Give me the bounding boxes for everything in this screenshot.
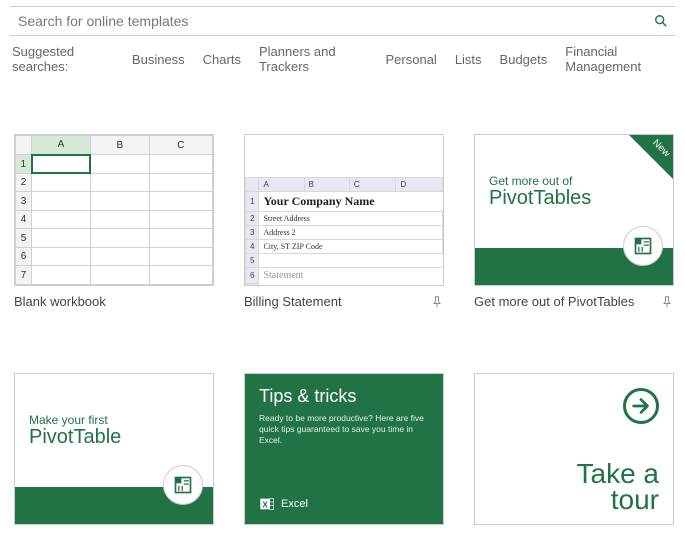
excel-icon: X bbox=[259, 496, 275, 512]
template-thumb-blank[interactable]: A B C 1 2 3 4 5 6 7 bbox=[14, 134, 214, 286]
template-card-blank: A B C 1 2 3 4 5 6 7 Blank workbook bbox=[14, 134, 214, 309]
template-thumb-pivot[interactable]: Get more out of PivotTables New bbox=[474, 134, 674, 286]
tips-body: Ready to be more productive? Here are fi… bbox=[259, 413, 429, 496]
template-thumb-tips[interactable]: Tips & tricks Ready to be more productiv… bbox=[244, 373, 444, 525]
pivot2-line1: Make your first bbox=[29, 413, 213, 427]
tips-title: Tips & tricks bbox=[259, 386, 429, 407]
template-card-billing: A B C D 1Your Company Name 2Street Addre… bbox=[244, 134, 444, 309]
pivot2-line2: PivotTable bbox=[29, 427, 213, 447]
template-card-tour: Take a tour bbox=[474, 373, 674, 525]
suggested-link-financial[interactable]: Financial Management bbox=[565, 44, 675, 74]
suggested-link-budgets[interactable]: Budgets bbox=[500, 52, 548, 67]
suggested-link-personal[interactable]: Personal bbox=[386, 52, 437, 67]
template-label: Billing Statement bbox=[244, 294, 342, 309]
template-card-pivot: Get more out of PivotTables New Get more… bbox=[474, 134, 674, 309]
search-input[interactable] bbox=[18, 13, 653, 29]
template-thumb-tour[interactable]: Take a tour bbox=[474, 373, 674, 525]
template-label: Get more out of PivotTables bbox=[474, 294, 634, 309]
search-icon[interactable] bbox=[653, 13, 669, 29]
suggested-link-lists[interactable]: Lists bbox=[455, 52, 482, 67]
suggested-label: Suggested searches: bbox=[12, 44, 114, 74]
pin-icon[interactable] bbox=[430, 295, 444, 309]
mini-spreadsheet: A B C 1 2 3 4 5 6 7 bbox=[15, 135, 213, 285]
suggested-link-charts[interactable]: Charts bbox=[203, 52, 241, 67]
tips-app-label: Excel bbox=[281, 498, 308, 510]
template-thumb-pivot2[interactable]: Make your first PivotTable bbox=[14, 373, 214, 525]
suggested-link-planners[interactable]: Planners and Trackers bbox=[259, 44, 368, 74]
pivot-icon bbox=[623, 226, 663, 266]
template-thumb-billing[interactable]: A B C D 1Your Company Name 2Street Addre… bbox=[244, 134, 444, 286]
billing-preview: A B C D 1Your Company Name 2Street Addre… bbox=[245, 177, 443, 285]
pin-icon[interactable] bbox=[660, 295, 674, 309]
tour-text: Take a tour bbox=[577, 461, 660, 514]
arrow-right-icon bbox=[623, 388, 659, 424]
template-grid: A B C 1 2 3 4 5 6 7 Blank workbook bbox=[10, 134, 675, 525]
search-bar bbox=[10, 6, 675, 36]
pivot-line2: PivotTables bbox=[489, 188, 673, 208]
template-label: Blank workbook bbox=[14, 294, 106, 309]
suggested-link-business[interactable]: Business bbox=[132, 52, 185, 67]
template-card-tips: Tips & tricks Ready to be more productiv… bbox=[244, 373, 444, 525]
pivot-icon bbox=[163, 465, 203, 505]
svg-text:X: X bbox=[262, 500, 268, 509]
template-card-pivot2: Make your first PivotTable bbox=[14, 373, 214, 525]
suggested-searches: Suggested searches: Business Charts Plan… bbox=[10, 44, 675, 74]
